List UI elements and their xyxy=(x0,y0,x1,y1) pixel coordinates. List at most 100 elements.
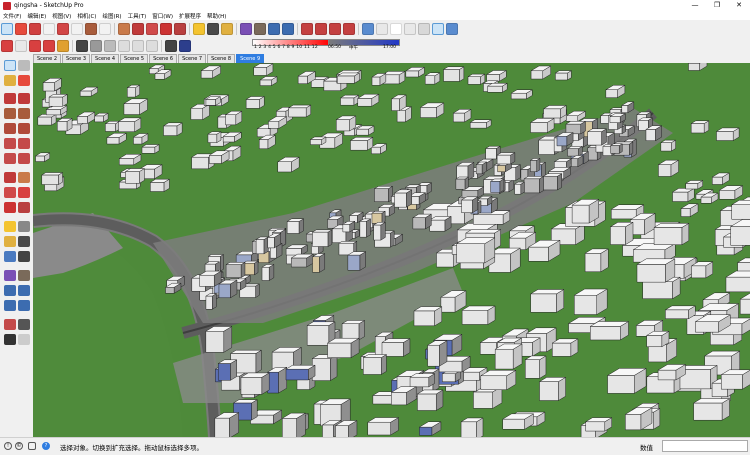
scale-icon[interactable] xyxy=(160,23,172,35)
tab-scene-4[interactable]: Scene 4 xyxy=(91,54,119,63)
right-view-icon[interactable] xyxy=(118,40,130,52)
paint-bucket-icon[interactable] xyxy=(4,75,16,86)
xray-icon[interactable] xyxy=(362,23,374,35)
tab-scene-6[interactable]: Scene 6 xyxy=(149,54,177,63)
select-tool-icon[interactable] xyxy=(1,23,13,35)
offset-icon[interactable] xyxy=(174,23,186,35)
warehouse-icon[interactable] xyxy=(301,23,313,35)
arc-icon[interactable] xyxy=(57,23,69,35)
display-section-icon[interactable] xyxy=(29,40,41,52)
three-point-arc-icon[interactable] xyxy=(4,153,16,164)
text-icon[interactable] xyxy=(18,236,30,247)
shadows-icon[interactable] xyxy=(165,40,177,52)
zoom-icon[interactable] xyxy=(4,285,16,296)
menu-help[interactable]: 帮助(H) xyxy=(204,12,229,20)
tape-measure-icon[interactable] xyxy=(193,23,205,35)
shaded-textures-icon[interactable] xyxy=(432,23,444,35)
pan-icon[interactable] xyxy=(254,23,266,35)
tab-scene-5[interactable]: Scene 5 xyxy=(120,54,148,63)
protractor-icon[interactable] xyxy=(4,236,16,247)
restore-button[interactable]: ❐ xyxy=(706,0,728,11)
offset-icon[interactable] xyxy=(18,202,30,213)
minimize-button[interactable]: — xyxy=(684,0,706,11)
paint-bucket-icon[interactable] xyxy=(221,23,233,35)
extension-warehouse-icon[interactable] xyxy=(315,23,327,35)
back-edges-icon[interactable] xyxy=(376,23,388,35)
measurements-input[interactable] xyxy=(662,440,748,452)
pie-icon[interactable] xyxy=(18,153,30,164)
circle-icon[interactable] xyxy=(4,123,16,134)
fog-icon[interactable] xyxy=(179,40,191,52)
follow-me-icon[interactable] xyxy=(18,187,30,198)
menu-view[interactable]: 视图(V) xyxy=(49,12,74,20)
brush-icon[interactable] xyxy=(57,40,69,52)
extension-manager-icon[interactable] xyxy=(343,23,355,35)
previous-view-icon[interactable] xyxy=(18,300,30,311)
iso-view-icon[interactable] xyxy=(76,40,88,52)
position-camera-icon[interactable] xyxy=(4,319,16,330)
zoom-extents-icon[interactable] xyxy=(4,300,16,311)
menu-camera[interactable]: 相机(C) xyxy=(74,12,99,20)
walk-icon[interactable] xyxy=(4,334,16,345)
instructor-icon[interactable]: ? xyxy=(42,442,50,450)
user-icon[interactable] xyxy=(28,442,36,450)
polygon-icon[interactable] xyxy=(18,123,30,134)
select-tool-icon[interactable] xyxy=(4,60,16,71)
section-plane-icon[interactable] xyxy=(18,334,30,345)
push-pull-icon[interactable] xyxy=(18,172,30,183)
arc-icon[interactable] xyxy=(4,138,16,149)
zoom-extents-icon[interactable] xyxy=(282,23,294,35)
left-view-icon[interactable] xyxy=(146,40,158,52)
follow-me-icon[interactable] xyxy=(1,40,13,52)
eraser-icon[interactable] xyxy=(15,23,27,35)
rectangle-icon[interactable] xyxy=(4,108,16,119)
monochrome-icon[interactable] xyxy=(446,23,458,35)
arc-dropdown-icon[interactable] xyxy=(71,23,83,35)
shaded-icon[interactable] xyxy=(418,23,430,35)
rotated-rectangle-icon[interactable] xyxy=(18,108,30,119)
menu-tools[interactable]: 工具(T) xyxy=(125,12,150,20)
line-dropdown-icon[interactable] xyxy=(43,23,55,35)
move-icon[interactable] xyxy=(132,23,144,35)
menu-edit[interactable]: 编辑(E) xyxy=(24,12,49,20)
section-plane-icon[interactable] xyxy=(15,40,27,52)
text-icon[interactable] xyxy=(207,23,219,35)
scale-icon[interactable] xyxy=(4,202,16,213)
tab-scene-7[interactable]: Scene 7 xyxy=(178,54,206,63)
close-button[interactable]: ✕ xyxy=(728,0,750,11)
dimension-icon[interactable] xyxy=(18,221,30,232)
menu-draw[interactable]: 绘图(R) xyxy=(99,12,124,20)
orbit-icon[interactable] xyxy=(4,270,16,281)
wireframe-icon[interactable] xyxy=(390,23,402,35)
rotate-icon[interactable] xyxy=(146,23,158,35)
freehand-icon[interactable] xyxy=(18,93,30,104)
pencil-line-icon[interactable] xyxy=(29,23,41,35)
orbit-icon[interactable] xyxy=(240,23,252,35)
tape-measure-icon[interactable] xyxy=(4,221,16,232)
line-icon[interactable] xyxy=(4,93,16,104)
3d-text-icon[interactable] xyxy=(18,251,30,262)
rotate-icon[interactable] xyxy=(4,187,16,198)
model-viewport[interactable] xyxy=(33,63,750,437)
menu-extensions[interactable]: 扩展程序 xyxy=(176,12,204,20)
tab-scene-9[interactable]: Scene 9 xyxy=(236,54,264,63)
eraser-icon[interactable] xyxy=(18,75,30,86)
make-component-icon[interactable] xyxy=(18,60,30,71)
menu-file[interactable]: 文件(F) xyxy=(0,12,24,20)
send-to-layout-icon[interactable] xyxy=(329,23,341,35)
hidden-line-icon[interactable] xyxy=(404,23,416,35)
axes-icon[interactable] xyxy=(4,251,16,262)
tab-scene-3[interactable]: Scene 3 xyxy=(62,54,90,63)
top-view-icon[interactable] xyxy=(90,40,102,52)
section-cuts-icon[interactable] xyxy=(43,40,55,52)
geolocation-icon[interactable]: ! xyxy=(4,442,12,450)
zoom-window-icon[interactable] xyxy=(18,285,30,296)
shape-dropdown-icon[interactable] xyxy=(99,23,111,35)
back-view-icon[interactable] xyxy=(132,40,144,52)
tab-scene-2[interactable]: Scene 2 xyxy=(33,54,61,63)
pan-icon[interactable] xyxy=(18,270,30,281)
tab-scene-8[interactable]: Scene 8 xyxy=(207,54,235,63)
menu-window[interactable]: 窗口(W) xyxy=(149,12,176,20)
credits-icon[interactable]: © xyxy=(15,442,23,450)
move-icon[interactable] xyxy=(4,172,16,183)
